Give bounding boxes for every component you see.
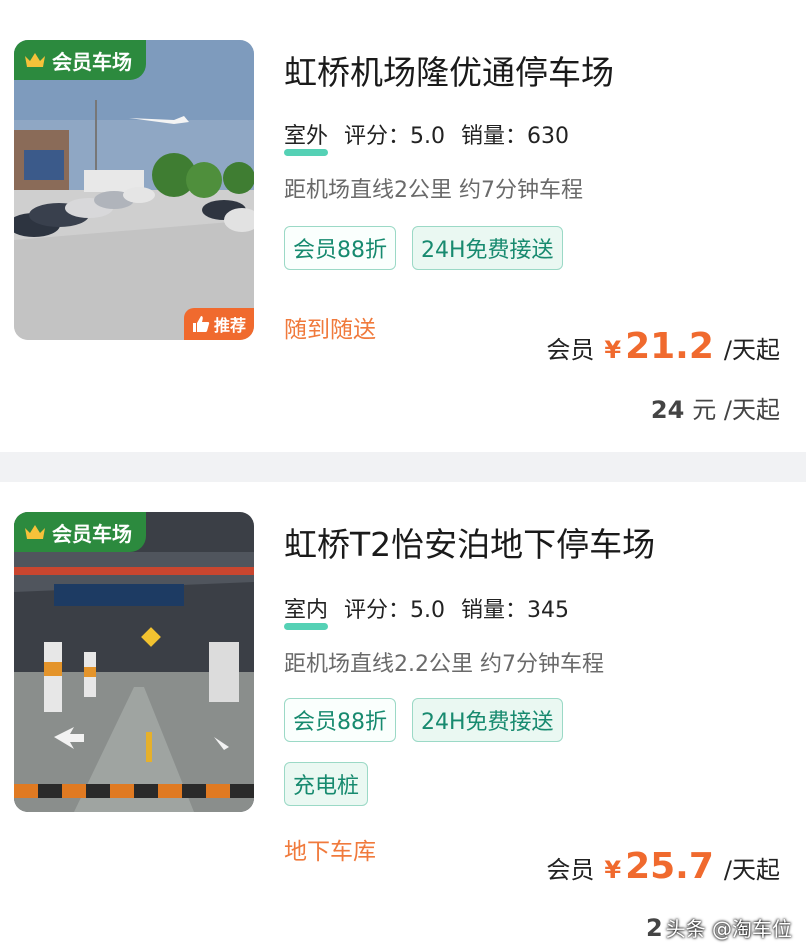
thumbs-up-icon bbox=[192, 316, 210, 332]
original-price-row: 24 元 /天起 bbox=[651, 390, 780, 425]
member-price-row: 会员 ¥21.2 /天起 bbox=[546, 326, 780, 367]
rating-label: 评分：5.0 bbox=[344, 124, 446, 149]
outdoor-lot-image bbox=[14, 40, 254, 340]
distance-text: 距机场直线2公里 约7分钟车程 bbox=[284, 178, 583, 203]
lot-type-label: 室内 bbox=[284, 592, 329, 630]
sales-label: 销量：345 bbox=[461, 598, 570, 623]
member-label: 会员 bbox=[546, 336, 595, 364]
tag-free-shuttle: 24H免费接送 bbox=[412, 698, 563, 742]
distance-text: 距机场直线2.2公里 约7分钟车程 bbox=[284, 652, 604, 677]
sales-label: 销量：630 bbox=[461, 124, 570, 149]
lot-meta: 室内 评分：5.0 销量：345 bbox=[284, 592, 570, 630]
feature-tags: 会员88折 24H免费接送 bbox=[284, 226, 563, 270]
original-price-partial: 2 bbox=[646, 914, 663, 942]
member-price: ¥21.2 bbox=[604, 326, 714, 367]
price-unit: /天起 bbox=[723, 336, 780, 364]
parking-lot-title[interactable]: 虹桥T2怡安泊地下停车场 bbox=[284, 518, 655, 566]
member-price: ¥25.7 bbox=[604, 846, 714, 887]
delivery-note: 随到随送 bbox=[284, 317, 376, 343]
crown-icon bbox=[25, 525, 45, 539]
member-lot-badge: 会员车场 bbox=[14, 40, 146, 80]
original-price-unit: 元 /天起 bbox=[692, 396, 780, 424]
parking-lot-title[interactable]: 虹桥机场隆优通停车场 bbox=[284, 46, 614, 94]
badge-label: 会员车场 bbox=[52, 49, 132, 74]
parking-card-2[interactable]: 会员车场 虹桥T2怡安泊地下停车场 室内 评分：5.0 销量：345 距机场直线… bbox=[0, 482, 806, 952]
recommend-label: 推荐 bbox=[213, 316, 246, 335]
price-unit: /天起 bbox=[723, 856, 780, 884]
parking-photo-outdoor[interactable]: 会员车场 推荐 bbox=[14, 40, 254, 340]
parking-type-note: 地下车库 bbox=[284, 839, 376, 865]
feature-tags: 会员88折 24H免费接送 bbox=[284, 698, 563, 742]
recommend-badge: 推荐 bbox=[183, 308, 254, 340]
lot-meta: 室外 评分：5.0 销量：630 bbox=[284, 118, 570, 156]
member-label: 会员 bbox=[546, 856, 595, 884]
tag-charging-pile: 充电桩 bbox=[284, 762, 369, 806]
parking-card-1[interactable]: 会员车场 推荐 虹桥机场隆优通停车场 室外 评分：5.0 销量：630 距机场直… bbox=[0, 0, 806, 452]
badge-label: 会员车场 bbox=[52, 521, 132, 546]
lot-type-label: 室外 bbox=[284, 118, 329, 156]
original-price: 24 bbox=[650, 396, 685, 424]
underground-garage-image bbox=[14, 512, 254, 812]
member-lot-badge: 会员车场 bbox=[14, 512, 146, 552]
tag-free-shuttle: 24H免费接送 bbox=[412, 226, 563, 270]
parking-photo-underground[interactable]: 会员车场 bbox=[14, 512, 254, 812]
crown-icon bbox=[25, 53, 45, 67]
tag-member-discount: 会员88折 bbox=[284, 698, 396, 742]
tag-member-discount: 会员88折 bbox=[284, 226, 396, 270]
source-watermark: 头条 @淘车位 bbox=[665, 917, 792, 941]
rating-label: 评分：5.0 bbox=[344, 598, 446, 623]
member-price-row: 会员 ¥25.7 /天起 bbox=[546, 846, 780, 887]
